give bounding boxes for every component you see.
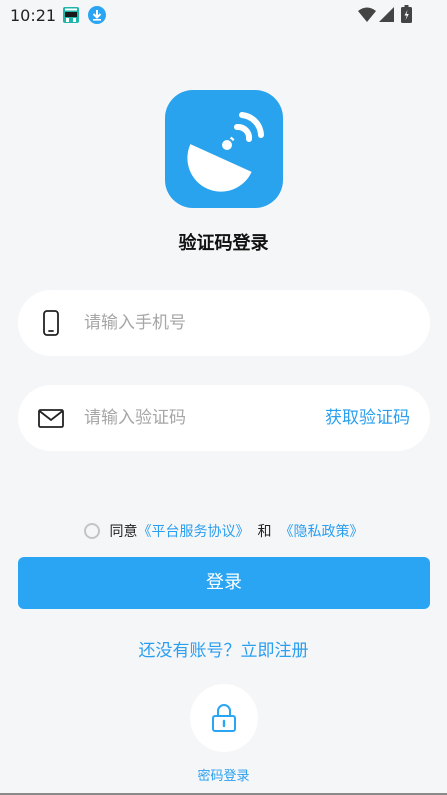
status-time: 10:21 [10,6,57,25]
download-icon [88,6,106,24]
status-bar: 10:21 [0,0,447,30]
password-login-button[interactable] [190,684,258,752]
phone-icon [43,310,59,336]
agree-and: 和 [257,524,272,540]
wifi-icon [358,7,376,22]
satellite-dish-icon [187,112,264,192]
register-link[interactable]: 还没有账号？立即注册 [0,636,447,661]
code-input[interactable] [84,385,304,451]
agreement-row: 同意 《平台服务协议》 和 《隐私政策》 [0,520,447,542]
code-field[interactable]: 获取验证码 [18,385,430,451]
app-logo [165,90,283,208]
get-code-button[interactable]: 获取验证码 [325,385,410,451]
lock-icon [212,704,236,732]
battery-icon [401,5,412,23]
signal-icon [379,7,394,22]
login-button[interactable]: 登录 [18,557,430,609]
agree-radio[interactable] [83,523,100,539]
terms-link[interactable]: 《平台服务协议》 [138,521,250,541]
app-notification-icon [63,7,79,23]
password-login-label: 密码登录 [197,769,250,784]
agree-prefix: 同意 [109,524,138,540]
phone-input[interactable] [84,290,304,356]
page-title: 验证码登录 [178,233,269,254]
privacy-link[interactable]: 《隐私政策》 [280,521,364,541]
phone-field[interactable] [18,290,430,356]
envelope-icon [38,409,64,428]
